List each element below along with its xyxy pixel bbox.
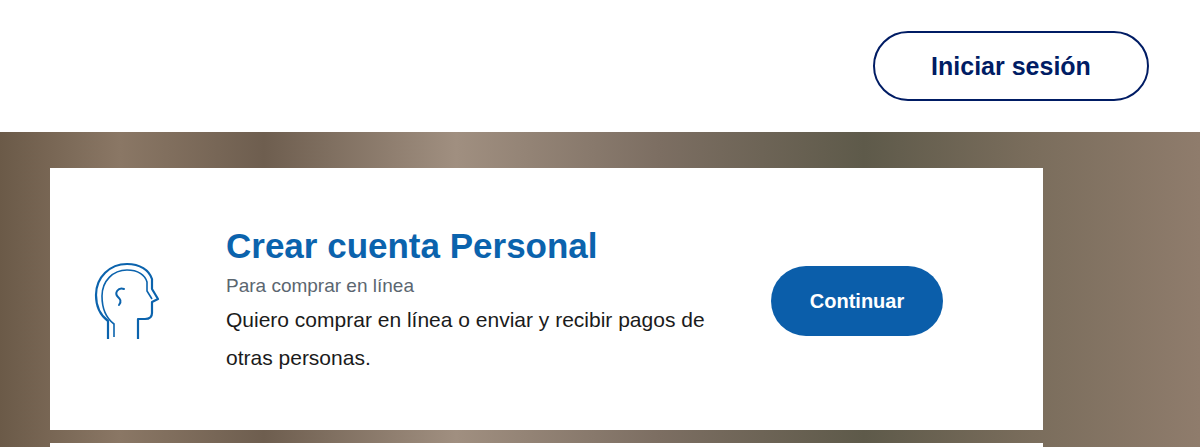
card-description: Quiero comprar en línea o enviar y recib… bbox=[226, 301, 706, 377]
next-card bbox=[50, 443, 1043, 447]
card-text: Crear cuenta Personal Para comprar en lín… bbox=[226, 225, 706, 378]
hero-photo: Crear cuenta Personal Para comprar en lín… bbox=[0, 132, 1200, 447]
card-title: Crear cuenta Personal bbox=[226, 225, 706, 267]
card-subtitle: Para comprar en línea bbox=[226, 273, 706, 300]
page-header: Iniciar sesión bbox=[0, 0, 1200, 132]
head-profile-icon bbox=[94, 261, 160, 341]
personal-account-card: Crear cuenta Personal Para comprar en lín… bbox=[50, 168, 1043, 430]
continue-button[interactable]: Continuar bbox=[771, 266, 943, 336]
login-button[interactable]: Iniciar sesión bbox=[873, 31, 1149, 101]
